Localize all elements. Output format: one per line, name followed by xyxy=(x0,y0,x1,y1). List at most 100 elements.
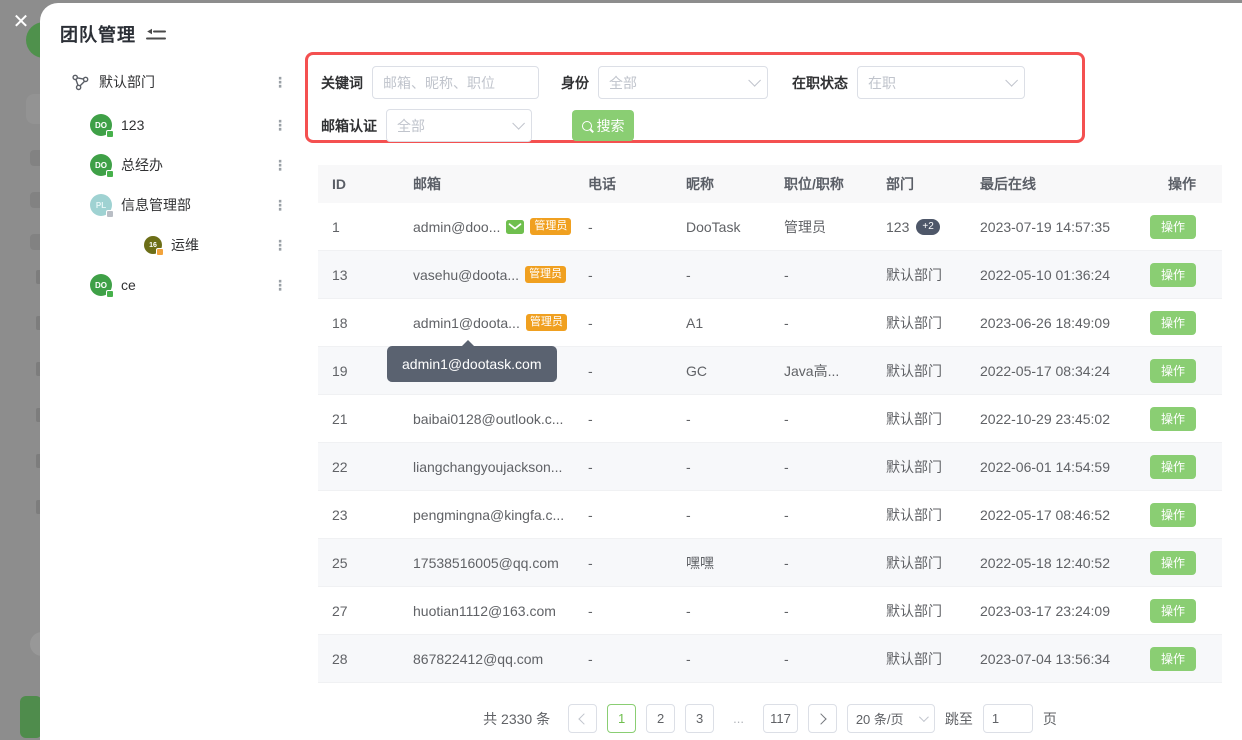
row-action-button[interactable]: 操作 xyxy=(1150,311,1196,335)
cell-title: Java高... xyxy=(770,361,872,381)
keyword-input[interactable] xyxy=(372,66,539,99)
email-text: liangchangyoujackson... xyxy=(413,459,562,475)
page-button-2[interactable]: 2 xyxy=(646,704,675,733)
page-buttons: 123...117 xyxy=(607,704,798,733)
row-action-button[interactable]: 操作 xyxy=(1150,263,1196,287)
team-management-modal: 团队管理 默认部门 ⋮ DO123⋮DO总经办⋮PL信息管理部⋮16运维⋮DOc xyxy=(40,3,1242,740)
cell-phone: - xyxy=(574,267,672,283)
cell-last-online: 2023-07-19 14:57:35 xyxy=(966,219,1134,235)
more-icon[interactable]: ⋮ xyxy=(273,75,287,89)
sidebar-item-运维[interactable]: 16运维⋮ xyxy=(40,225,305,265)
sidebar-item-123[interactable]: DO 123⋮ xyxy=(40,105,305,145)
cell-email[interactable]: 867822412@qq.com xyxy=(399,651,574,667)
page-size-select[interactable]: 20 条/页 xyxy=(847,704,935,733)
cell-department: 默认部门 xyxy=(872,505,966,525)
row-action-button[interactable]: 操作 xyxy=(1150,455,1196,479)
cell-id: 21 xyxy=(318,411,399,427)
department-text: 默认部门 xyxy=(886,361,942,381)
admin-badge: 管理员 xyxy=(525,266,566,283)
cell-email[interactable]: 17538516005@qq.com xyxy=(399,555,574,571)
identity-select[interactable]: 全部 xyxy=(598,66,768,99)
verify-value: 全部 xyxy=(397,116,425,136)
row-action-button[interactable]: 操作 xyxy=(1150,503,1196,527)
cell-actions: 操作 xyxy=(1134,599,1222,623)
cell-email[interactable]: huotian1112@163.com xyxy=(399,603,574,619)
more-icon[interactable]: ⋮ xyxy=(273,238,287,252)
sidebar-item-default-department[interactable]: 默认部门 ⋮ xyxy=(40,65,305,99)
cell-nickname: - xyxy=(672,267,770,283)
status-dot-icon xyxy=(106,170,114,178)
row-action-button[interactable]: 操作 xyxy=(1150,599,1196,623)
jump-page-input[interactable] xyxy=(983,704,1033,733)
cell-actions: 操作 xyxy=(1134,407,1222,431)
table-row: 23pengmingna@kingfa.c...---默认部门2022-05-1… xyxy=(318,491,1222,539)
sidebar-item-label: 信息管理部 xyxy=(121,195,273,215)
page-title: 团队管理 xyxy=(60,21,136,47)
jump-label: 跳至 xyxy=(945,709,973,729)
cell-title: - xyxy=(770,507,872,523)
column-header: 职位/职称 xyxy=(770,174,872,194)
sidebar-item-label: 运维 xyxy=(171,235,273,255)
close-icon[interactable]: ✕ xyxy=(8,8,34,34)
more-icon[interactable]: ⋮ xyxy=(273,118,287,132)
row-action-button[interactable]: 操作 xyxy=(1150,215,1196,239)
cell-title: 管理员 xyxy=(770,217,872,237)
cell-actions: 操作 xyxy=(1134,263,1222,287)
verify-select[interactable]: 全部 xyxy=(386,109,532,142)
cell-email[interactable]: baibai0128@outlook.c... xyxy=(399,411,574,427)
cell-department: 默认部门 xyxy=(872,361,966,381)
cell-id: 18 xyxy=(318,315,399,331)
row-action-button[interactable]: 操作 xyxy=(1150,647,1196,671)
sidebar-item-ce[interactable]: DOce⋮ xyxy=(40,265,305,305)
row-action-button[interactable]: 操作 xyxy=(1150,551,1196,575)
more-icon[interactable]: ⋮ xyxy=(273,158,287,172)
cell-phone: - xyxy=(574,507,672,523)
department-avatar: DO xyxy=(90,154,112,176)
page-button-1[interactable]: 1 xyxy=(607,704,636,733)
row-action-button[interactable]: 操作 xyxy=(1150,407,1196,431)
more-icon[interactable]: ⋮ xyxy=(273,278,287,292)
sidebar-item-总经办[interactable]: DO总经办⋮ xyxy=(40,145,305,185)
department-text: 123 xyxy=(886,219,909,235)
cell-email[interactable]: liangchangyoujackson... xyxy=(399,459,574,475)
row-action-button[interactable]: 操作 xyxy=(1150,359,1196,383)
filter-row-2: 邮箱认证 全部 搜索 xyxy=(321,109,1082,142)
page-button-117[interactable]: 117 xyxy=(763,704,798,733)
cell-phone: - xyxy=(574,411,672,427)
sidebar-item-label: 默认部门 xyxy=(99,72,273,92)
email-tooltip-text: admin1@dootask.com xyxy=(402,356,542,372)
cell-title: - xyxy=(770,267,872,283)
cell-department: 默认部门 xyxy=(872,553,966,573)
cell-title: - xyxy=(770,651,872,667)
department-extra-badge: +2 xyxy=(916,219,939,235)
cell-email[interactable]: vasehu@doota...管理员 xyxy=(399,266,574,283)
filter-row-1: 关键词 身份 全部 在职状态 在职 xyxy=(321,66,1082,99)
prev-page-button[interactable] xyxy=(568,704,597,733)
more-icon[interactable]: ⋮ xyxy=(273,198,287,212)
department-avatar: DO xyxy=(90,114,112,136)
page-button-3[interactable]: 3 xyxy=(685,704,714,733)
sidebar-item-信息管理部[interactable]: PL信息管理部⋮ xyxy=(40,185,305,225)
cell-department: 默认部门 xyxy=(872,409,966,429)
cell-actions: 操作 xyxy=(1134,311,1222,335)
table-row: 22liangchangyoujackson...---默认部门2022-06-… xyxy=(318,443,1222,491)
sidebar-item-label: 123 xyxy=(121,117,273,133)
cell-email[interactable]: admin@doo...管理员 xyxy=(399,218,574,235)
cell-title: - xyxy=(770,315,872,331)
cell-email[interactable]: admin1@doota...管理员 xyxy=(399,314,574,331)
cell-title: - xyxy=(770,459,872,475)
identity-value: 全部 xyxy=(609,73,637,93)
email-text: 867822412@qq.com xyxy=(413,651,543,667)
next-page-button[interactable] xyxy=(808,704,837,733)
status-select[interactable]: 在职 xyxy=(857,66,1025,99)
cell-last-online: 2023-03-17 23:24:09 xyxy=(966,603,1134,619)
cell-email[interactable]: pengmingna@kingfa.c... xyxy=(399,507,574,523)
modal-header: 团队管理 xyxy=(60,21,166,47)
menu-fold-icon[interactable] xyxy=(146,27,166,43)
search-button[interactable]: 搜索 xyxy=(572,110,634,141)
cell-last-online: 2022-05-17 08:46:52 xyxy=(966,507,1134,523)
cell-title: - xyxy=(770,555,872,571)
cell-nickname: 嘿嘿 xyxy=(672,553,770,573)
column-header: 操作 xyxy=(1134,174,1222,194)
cell-department: 123 +2 xyxy=(872,219,966,235)
